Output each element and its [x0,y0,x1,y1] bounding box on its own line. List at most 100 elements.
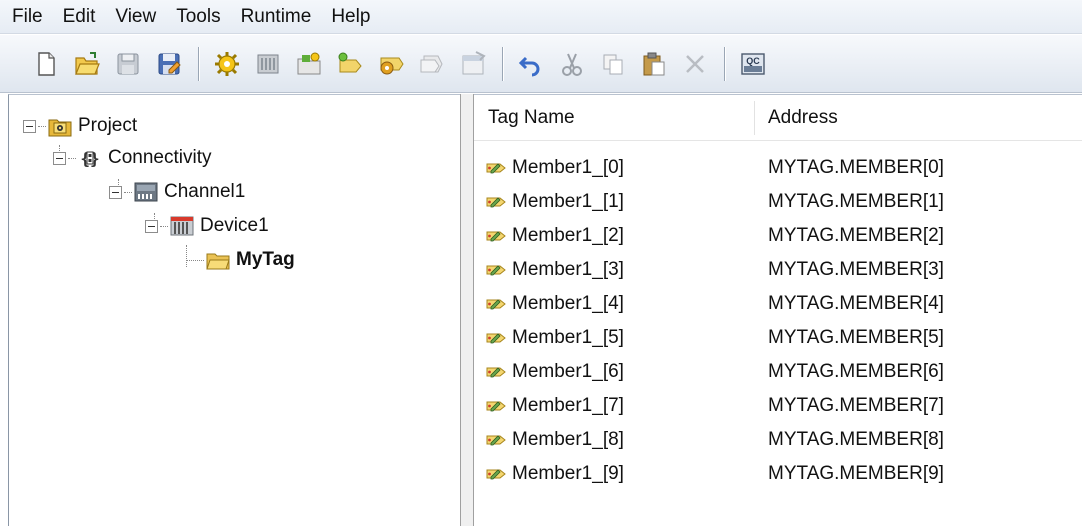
menu-file[interactable]: File [4,0,53,34]
tree-label-channel1: Channel1 [164,181,246,202]
column-header-address[interactable]: Address [768,95,838,141]
tag-icon [486,435,506,446]
column-header-tag-name[interactable]: Tag Name [488,95,575,141]
quick-client-button[interactable]: QC [737,48,769,80]
tag-name-cell: Member1_[8] [512,429,624,450]
bulk-tag-icon [380,57,404,74]
tree-label-project: Project [78,115,138,136]
tree-item-connectivity[interactable]: {} Connectivity [53,143,212,173]
cut-icon [562,53,582,76]
connectivity-icon: {} [78,146,102,170]
menu-bar: File Edit View Tools Runtime Help [0,0,1082,34]
tag-icon [486,367,506,378]
table-row[interactable]: Member1_[5] MYTAG.MEMBER[5] [474,321,1082,355]
tag-icon [486,333,506,344]
menu-view[interactable]: View [105,0,166,34]
tag-name-cell: Member1_[0] [512,157,624,178]
properties-button[interactable] [457,48,489,80]
new-tag-button[interactable] [334,48,366,80]
delete-icon [686,54,704,73]
tag-icon [486,163,506,174]
tree-label-device1: Device1 [200,215,269,236]
menu-tools[interactable]: Tools [166,0,230,34]
column-divider[interactable] [754,101,755,135]
channel-icon [134,180,158,204]
bulk-tag-button[interactable] [375,48,407,80]
save-button[interactable] [112,48,144,80]
new-channel-button[interactable] [211,48,243,80]
open-icon [75,51,100,75]
tag-icon [486,469,506,480]
open-project-button[interactable] [71,48,103,80]
paste-button[interactable] [638,48,670,80]
copy-button[interactable] [597,48,629,80]
tag-name-cell: Member1_[7] [512,395,624,416]
toolbar-separator [724,46,725,81]
tag-name-cell: Member1_[1] [512,191,624,212]
save-as-icon [158,53,181,74]
tag-address-cell: MYTAG.MEMBER[9] [768,463,944,484]
table-row[interactable]: Member1_[1] MYTAG.MEMBER[1] [474,185,1082,219]
tag-icon [486,265,506,276]
table-row[interactable]: Member1_[4] MYTAG.MEMBER[4] [474,287,1082,321]
tag-address-cell: MYTAG.MEMBER[0] [768,157,944,178]
undo-button[interactable] [515,48,547,80]
new-device-button[interactable] [252,48,284,80]
table-row[interactable]: Member1_[2] MYTAG.MEMBER[2] [474,219,1082,253]
collapse-toggle[interactable] [53,151,66,165]
table-row[interactable]: Member1_[9] MYTAG.MEMBER[9] [474,457,1082,491]
tag-name-cell: Member1_[6] [512,361,624,382]
new-icon [38,51,55,76]
collapse-toggle[interactable] [23,119,36,133]
tag-address-cell: MYTAG.MEMBER[6] [768,361,944,382]
tag-address-cell: MYTAG.MEMBER[7] [768,395,944,416]
tag-address-cell: MYTAG.MEMBER[3] [768,259,944,280]
new-tag-icon [338,52,362,72]
tag-icon [486,197,506,208]
menu-help[interactable]: Help [321,0,380,34]
properties-icon [462,50,486,74]
tag-name-cell: Member1_[3] [512,259,624,280]
quick-client-label: QC [746,56,760,66]
new-project-button[interactable] [30,48,62,80]
table-row[interactable]: Member1_[3] MYTAG.MEMBER[3] [474,253,1082,287]
collapse-toggle[interactable] [109,185,122,199]
table-row[interactable]: Member1_[8] MYTAG.MEMBER[8] [474,423,1082,457]
tag-list: Tag Name Address Member1_[0] MYTAG.MEMBER… [474,94,1082,526]
tag-name-cell: Member1_[9] [512,463,624,484]
paste-icon [643,52,665,75]
tree-item-device1[interactable]: Device1 [145,211,269,241]
tag-address-cell: MYTAG.MEMBER[4] [768,293,944,314]
project-tree: Project {} Connectivity Channel1 Device1… [8,94,460,526]
new-channel-icon [215,51,239,76]
tag-address-cell: MYTAG.MEMBER[5] [768,327,944,348]
tree-label-mytag: MyTag [236,249,295,270]
delete-button[interactable] [679,48,711,80]
tag-group-folder-icon [206,248,230,272]
tag-icon [486,231,506,242]
pane-splitter[interactable] [460,94,474,526]
save-as-button[interactable] [153,48,185,80]
quick-client-icon: QC [741,52,765,75]
new-tag-group-button[interactable] [293,48,325,80]
toolbar-separator [198,46,199,81]
cut-button[interactable] [556,48,588,80]
tree-item-project[interactable]: Project [23,111,137,141]
menu-runtime[interactable]: Runtime [231,0,322,34]
tree-item-channel1[interactable]: Channel1 [109,177,245,207]
tag-address-cell: MYTAG.MEMBER[1] [768,191,944,212]
table-row[interactable]: Member1_[6] MYTAG.MEMBER[6] [474,355,1082,389]
device-icon [170,214,194,238]
save-icon [117,53,139,74]
duplicate-button[interactable] [416,48,448,80]
tag-icon [486,299,506,310]
tag-name-cell: Member1_[4] [512,293,624,314]
tree-item-mytag[interactable]: MyTag [186,245,295,275]
tag-address-cell: MYTAG.MEMBER[8] [768,429,944,450]
undo-icon [518,56,540,76]
menu-edit[interactable]: Edit [53,0,106,34]
table-row[interactable]: Member1_[0] MYTAG.MEMBER[0] [474,151,1082,185]
table-row[interactable]: Member1_[7] MYTAG.MEMBER[7] [474,389,1082,423]
tag-name-cell: Member1_[5] [512,327,624,348]
collapse-toggle[interactable] [145,219,158,233]
